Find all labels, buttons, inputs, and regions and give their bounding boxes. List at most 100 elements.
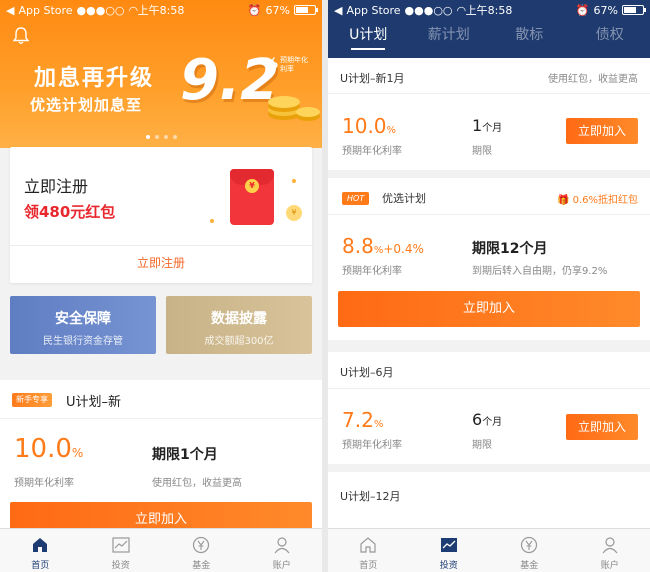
user-icon [602, 537, 618, 554]
join-button[interactable]: 立即加入 [566, 414, 638, 440]
register-link[interactable]: 立即注册 [10, 254, 312, 271]
tab-fund[interactable]: 基金 [161, 529, 242, 572]
tab-label: 账户 [600, 561, 619, 571]
coin-icon: ¥ [286, 205, 302, 221]
tile-subtitle: 民生银行资金存管 [43, 336, 123, 347]
plan-new-card[interactable]: 新手专享 U计划–新 10.0% 预期年化利率 期限1个月 使用红包，收益更高 … [0, 380, 322, 540]
chart-icon [112, 537, 130, 553]
term-value: 1个月 [472, 116, 503, 135]
tab-invest[interactable]: 投资 [409, 529, 490, 572]
signal-icon: ●●●○○ [76, 3, 125, 17]
tab-home[interactable]: 首页 [0, 529, 81, 572]
register-card[interactable]: 立即注册 领480元红包 ¥ ¥ 立即注册 [10, 147, 312, 283]
chart-icon [440, 538, 457, 552]
home-icon [33, 538, 48, 552]
rate-label: 预期年化利率 [342, 440, 402, 451]
divider [10, 245, 312, 246]
tab-label: 投资 [111, 561, 130, 571]
tab-account[interactable]: 账户 [570, 529, 650, 572]
tile-subtitle: 成交额超300亿 [204, 336, 274, 347]
tab-loans[interactable]: 散标 [489, 24, 570, 50]
rate-value: 10.0% [342, 114, 397, 138]
divider [0, 418, 322, 419]
bottom-tab-bar: 首页 投资 基金 账户 [0, 528, 322, 572]
divider [328, 388, 650, 389]
join-button[interactable]: 立即加入 [566, 118, 638, 144]
rate-label: 预期年化利率 [342, 266, 402, 277]
carrier-label: App Store [18, 3, 73, 17]
carrier-label: App Store [346, 3, 401, 17]
battery-label: 67% [265, 3, 290, 17]
status-bar: ◀ App Store ●●●○○ ◠ 上午8:58 ⏰ 67% [328, 0, 650, 20]
app-comparison: 加息再升级 优选计划加息至 9.2 % 预期年化利率 ◀ App Store ●… [0, 0, 650, 572]
banner-pager[interactable] [0, 135, 322, 139]
security-tile[interactable]: 安全保障 民生银行资金存管 [10, 296, 156, 354]
tab-label: 首页 [359, 561, 378, 571]
bottom-tab-bar: 首页 投资 基金 账户 [328, 528, 650, 572]
tile-title: 安全保障 [55, 311, 111, 327]
battery-icon [294, 5, 318, 15]
term-value: 6个月 [472, 410, 503, 429]
tab-home[interactable]: 首页 [328, 529, 409, 572]
user-icon [274, 537, 290, 554]
tab-salary-plan[interactable]: 薪计划 [409, 24, 490, 50]
gift-icon: 🎁 [556, 195, 570, 206]
signal-icon: ●●●○○ [404, 3, 453, 17]
home-icon [360, 537, 376, 553]
tab-label: 账户 [272, 561, 291, 571]
pager-dot [163, 135, 168, 139]
tab-fund[interactable]: 基金 [489, 529, 570, 572]
rate-label: 预期年化利率 [14, 478, 74, 489]
pager-dot [154, 135, 159, 139]
status-bar: ◀ App Store ●●●○○ ◠ 上午8:58 ⏰ 67% [0, 0, 322, 20]
bell-icon[interactable] [13, 27, 29, 45]
join-button[interactable]: 立即加入 [338, 291, 640, 327]
alarm-icon: ⏰ [575, 3, 590, 17]
term-value: 期限12个月 [472, 241, 548, 257]
banner-subtitle: 优选计划加息至 [30, 96, 143, 114]
disclosure-tile[interactable]: 数据披露 成交额超300亿 [166, 296, 312, 354]
register-bonus: 领480元红包 [24, 203, 116, 221]
rate-value: 7.2% [342, 408, 384, 432]
gift-note: 🎁 0.6%抵扣红包 [556, 195, 638, 206]
newbie-badge: 新手专享 [12, 393, 52, 407]
product-card[interactable]: U计划–12月 [328, 472, 650, 532]
tile-title: 数据披露 [211, 311, 267, 327]
rate-value: 8.8%+0.4% [342, 234, 424, 258]
tab-label: 投资 [439, 561, 458, 571]
term-value: 期限1个月 [152, 447, 218, 463]
product-card[interactable]: U计划–6月 7.2% 预期年化利率 6个月 期限 立即加入 [328, 352, 650, 464]
tab-u-plan[interactable]: U计划 [328, 24, 409, 50]
banner-note: 预期年化利率 [280, 56, 308, 73]
pager-dot [172, 135, 177, 139]
sparkle-icon [210, 219, 214, 223]
tab-label: 基金 [192, 561, 211, 571]
product-title: U计划–新1月 [340, 72, 405, 85]
status-time: 上午8:58 [137, 4, 185, 17]
term-label: 期限 [472, 440, 492, 451]
product-note: 使用红包，收益更高 [548, 74, 638, 85]
back-arrow-icon[interactable]: ◀ [6, 4, 14, 17]
alarm-icon: ⏰ [247, 3, 262, 17]
invest-screen: U计划 薪计划 散标 债权 ◀ App Store ●●●○○ ◠ 上午8:58… [328, 0, 650, 572]
term-label: 期限 [472, 146, 492, 157]
promo-banner[interactable]: 加息再升级 优选计划加息至 9.2 % 预期年化利率 [0, 0, 322, 148]
battery-label: 67% [593, 3, 618, 17]
product-title: U计划–12月 [340, 490, 401, 503]
pager-dot [145, 135, 150, 139]
rate-value: 10.0% [14, 434, 84, 464]
banner-percent: % [264, 56, 279, 72]
tab-debt[interactable]: 债权 [570, 24, 650, 50]
tab-invest[interactable]: 投资 [81, 529, 162, 572]
coins-icon [268, 96, 320, 121]
tab-label: 基金 [520, 561, 539, 571]
product-card[interactable]: HOT 优选计划 🎁 0.6%抵扣红包 8.8%+0.4% 预期年化利率 期限1… [328, 178, 650, 340]
register-title: 立即注册 [24, 177, 89, 196]
product-card[interactable]: U计划–新1月 使用红包，收益更高 10.0% 预期年化利率 1个月 期限 立即… [328, 58, 650, 170]
tab-label: 首页 [31, 561, 50, 571]
banner-title: 加息再升级 [34, 66, 155, 91]
tab-account[interactable]: 账户 [242, 529, 323, 572]
back-arrow-icon[interactable]: ◀ [334, 4, 342, 17]
red-envelope-icon: ¥ [230, 169, 274, 225]
yen-icon [193, 536, 210, 554]
